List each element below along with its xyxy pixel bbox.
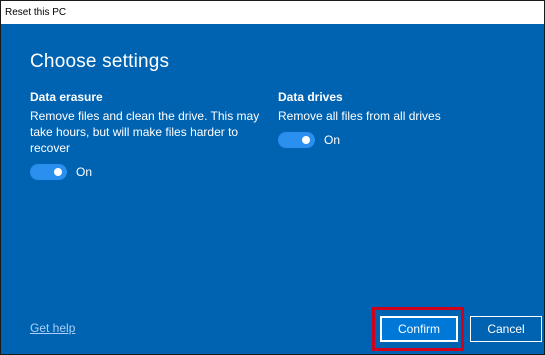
data-drives-toggle-label: On xyxy=(324,133,341,147)
data-drives-section: Data drives Remove all files from all dr… xyxy=(278,90,518,124)
data-erasure-section: Data erasure Remove files and clean the … xyxy=(30,90,262,156)
data-erasure-toggle-label: On xyxy=(76,165,93,179)
data-drives-title: Data drives xyxy=(278,90,343,104)
data-erasure-toggle-row: On xyxy=(30,164,92,180)
data-erasure-description: Remove files and clean the drive. This m… xyxy=(30,109,260,155)
data-drives-toggle[interactable] xyxy=(278,132,315,148)
toggle-knob xyxy=(302,136,310,144)
reset-pc-dialog: Reset this PC Choose settings Data erasu… xyxy=(0,0,545,355)
data-drives-toggle-row: On xyxy=(278,132,340,148)
window-title: Reset this PC xyxy=(1,1,544,24)
page-heading: Choose settings xyxy=(30,51,170,72)
confirm-button[interactable]: Confirm xyxy=(380,316,458,342)
toggle-knob xyxy=(54,168,62,176)
data-erasure-toggle[interactable] xyxy=(30,164,67,180)
data-erasure-title: Data erasure xyxy=(30,90,103,104)
data-drives-description: Remove all files from all drives xyxy=(278,109,441,123)
cancel-button[interactable]: Cancel xyxy=(470,316,542,342)
get-help-link[interactable]: Get help xyxy=(30,321,75,335)
